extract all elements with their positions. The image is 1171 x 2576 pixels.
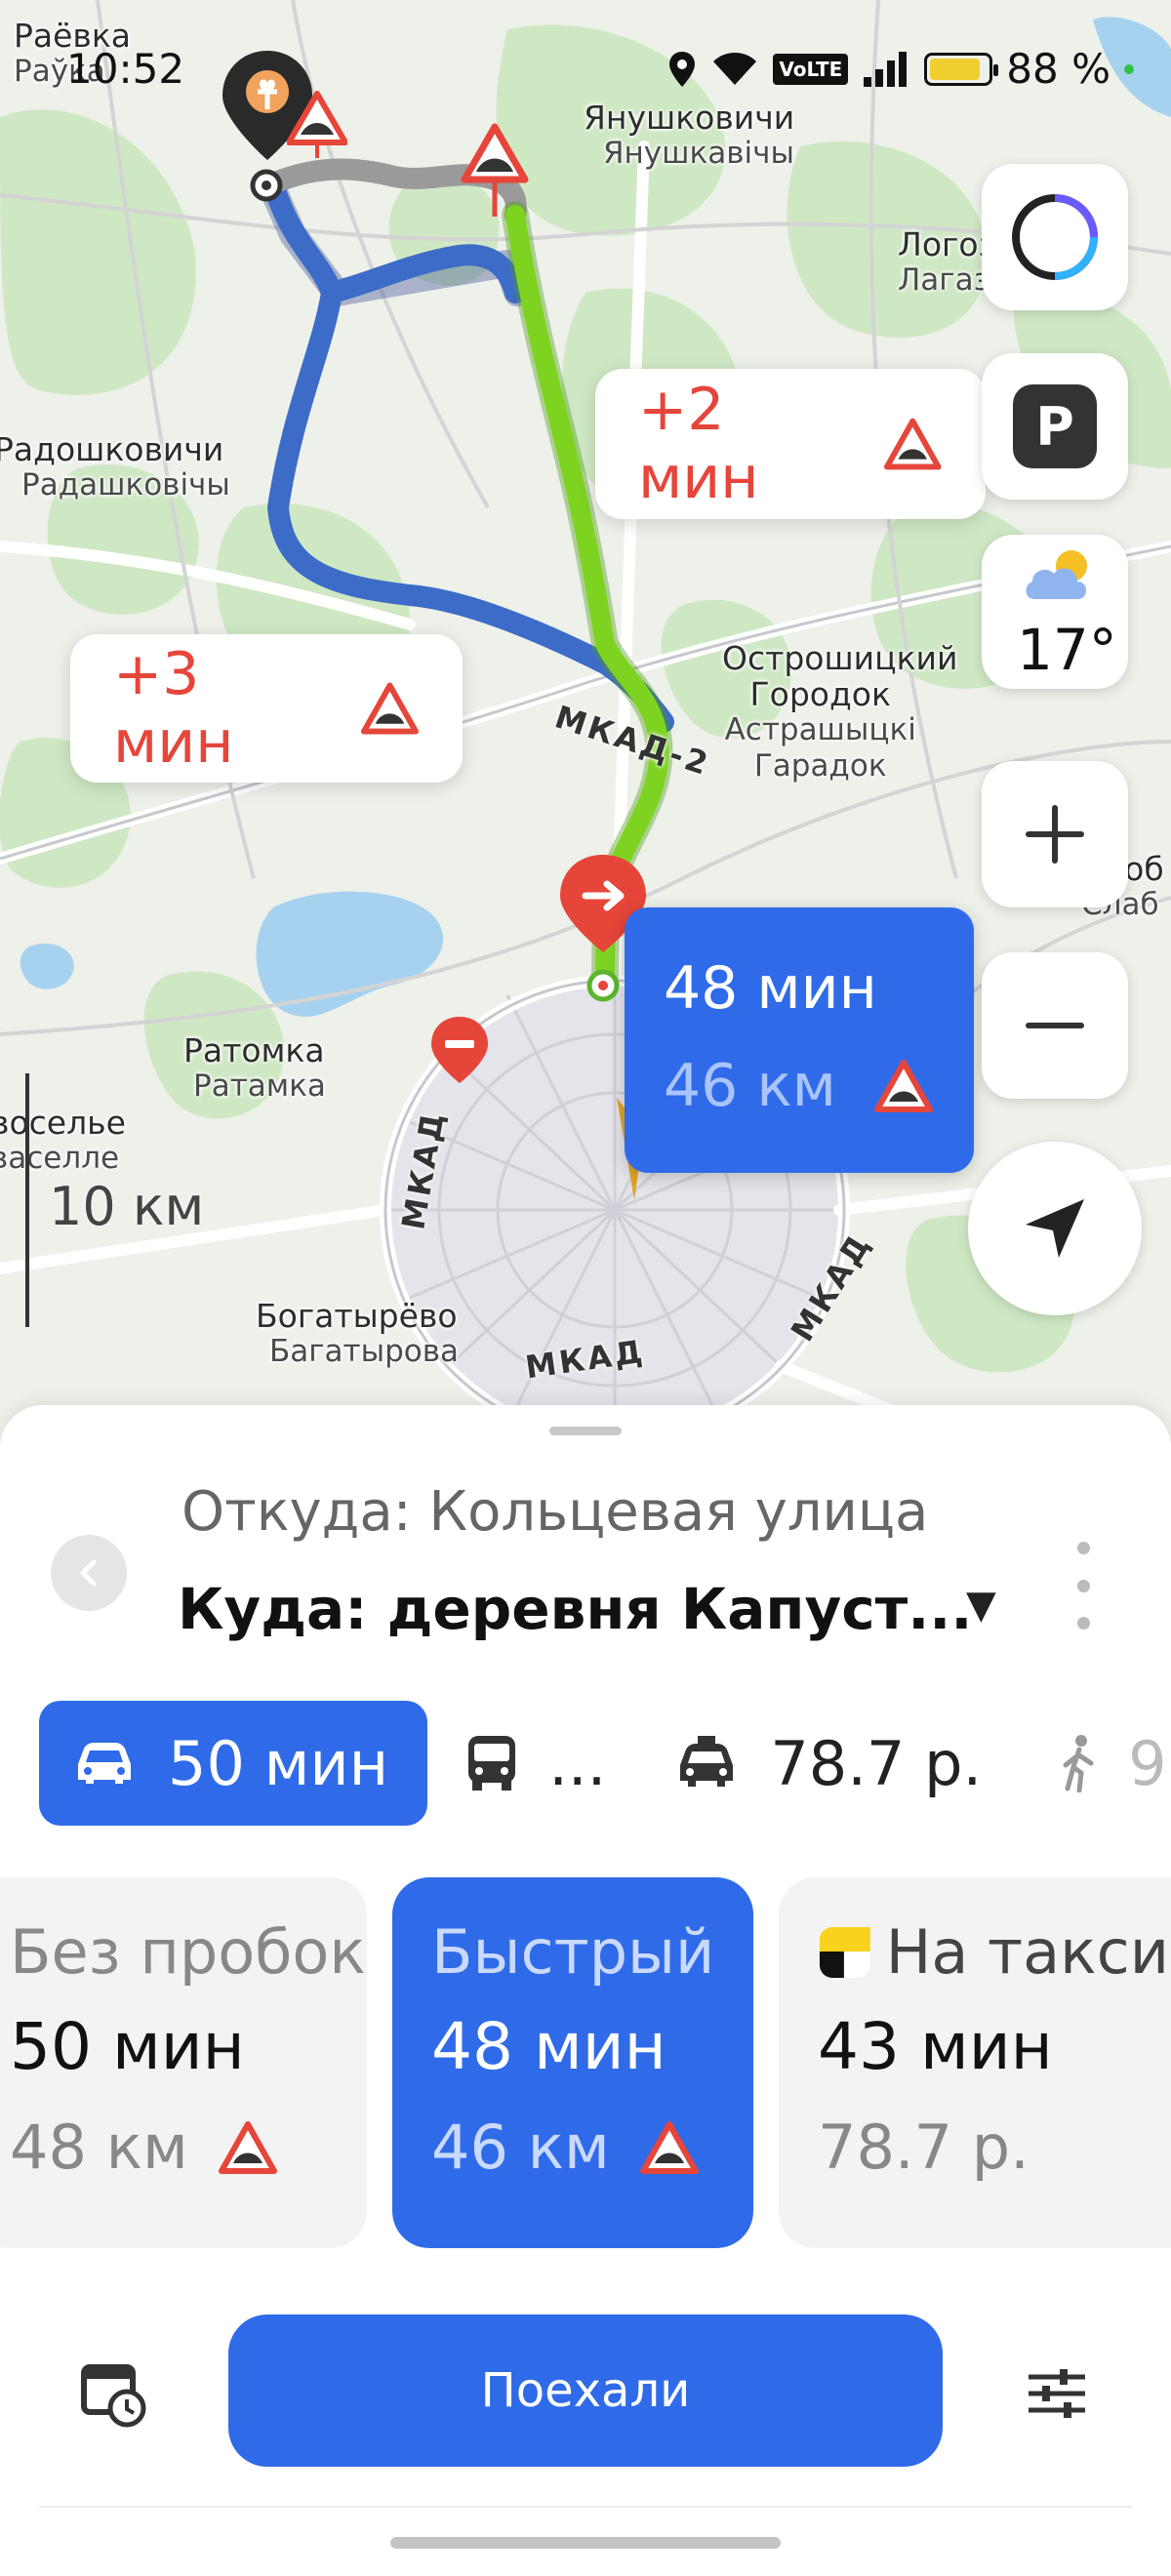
route-option-title: На такси <box>885 1916 1169 1988</box>
sheet-grabber[interactable] <box>549 1427 622 1435</box>
parking-button[interactable]: P <box>982 353 1128 500</box>
location-icon <box>669 51 696 87</box>
navigation-arrow-icon <box>1026 1199 1084 1258</box>
route-option-card-selected[interactable]: Быстрый 48 мин 46 км <box>392 1877 753 2248</box>
privacy-indicator <box>1124 63 1134 74</box>
status-time: 10:52 <box>66 45 185 93</box>
road-hazard-icon[interactable] <box>461 123 529 221</box>
place-label: восельe васелле <box>0 1104 126 1176</box>
status-bar: 10:52 VoLTE 88 % <box>0 37 1171 105</box>
zoom-out-icon <box>1026 1023 1084 1028</box>
route-option-card[interactable]: Без пробок 50 мин 48 км <box>0 1877 367 2248</box>
route-option-card[interactable]: На такси 43 мин 78.7 р. <box>779 1877 1171 2248</box>
battery-icon <box>924 52 999 86</box>
wifi-icon <box>713 52 757 85</box>
mode-transit-time: ... <box>548 1727 607 1799</box>
route-option-title: Без пробок <box>10 1916 366 1988</box>
bus-icon <box>468 1736 516 1791</box>
alt-route-delay: +3 мин <box>113 640 234 777</box>
route-option-time: 50 мин <box>10 2009 245 2084</box>
volte-badge: VoLTE <box>773 53 849 85</box>
road-hazard-icon <box>884 418 943 470</box>
alt-route-callout-1[interactable]: +2 мин <box>595 369 986 519</box>
route-option-price: 78.7 р. <box>818 2112 1030 2183</box>
car-icon <box>78 1743 131 1784</box>
road-hazard-icon <box>218 2120 277 2174</box>
road-hazard-icon <box>361 682 420 735</box>
go-button[interactable]: Поехали <box>228 2314 943 2467</box>
status-icons: VoLTE 88 % <box>667 45 1134 93</box>
chevron-left-icon <box>80 1559 97 1587</box>
alice-button[interactable] <box>982 164 1128 310</box>
yandex-taxi-icon <box>819 1926 870 1978</box>
no-entry-pin-icon[interactable] <box>425 1013 494 1087</box>
main-route-callout[interactable]: 48 мин 46 км <box>625 907 974 1173</box>
alt-route-callout-2[interactable]: +3 мин <box>70 634 463 783</box>
map-scale-bar <box>25 1073 29 1327</box>
alice-icon <box>1012 194 1098 280</box>
my-location-button[interactable] <box>968 1142 1142 1315</box>
zoom-in-button[interactable] <box>982 761 1128 907</box>
route-option-distance: 46 км <box>431 2112 610 2183</box>
route-option-time: 43 мин <box>818 2009 1053 2084</box>
route-option-distance-row: 46 км <box>431 2112 714 2183</box>
mode-walk-time: 9 <box>1128 1727 1167 1799</box>
route-sheet: Откуда: Кольцевая улица Куда: деревня Ка… <box>0 1405 1171 2576</box>
signal-icon <box>864 51 908 87</box>
schedule-icon[interactable] <box>80 2359 148 2428</box>
more-options-button[interactable] <box>1064 1542 1103 1630</box>
mode-car-time: 50 мин <box>168 1727 389 1799</box>
place-label: Янушковичи Янушкавічы <box>584 99 795 171</box>
place-label: Богатырёво Багатырова <box>256 1297 459 1369</box>
walking-icon <box>1063 1735 1094 1792</box>
road-hazard-icon <box>639 2120 699 2174</box>
place-label: Радошковичи Радашковічы <box>0 430 230 503</box>
battery-percent: 88 % <box>1006 45 1110 93</box>
route-options: Без пробок 50 мин 48 км Быстрый 48 мин 4… <box>0 1877 1171 2248</box>
route-option-distance: 48 км <box>10 2112 188 2183</box>
alt-route-delay: +2 мин <box>638 376 759 512</box>
main-route-distance: 46 км <box>664 1052 836 1120</box>
route-from[interactable]: Откуда: Кольцевая улица <box>182 1480 928 1544</box>
transport-modes: 50 мин ... 78.7 р. 9 <box>39 1701 1171 1826</box>
map-view[interactable]: Раёвка Раўка Янушковичи Янушкавічы Логоз Ла… <box>0 0 1171 1444</box>
mode-walk[interactable]: 9 <box>1060 1701 1167 1826</box>
place-label: Ратомка Ратамка <box>183 1031 326 1104</box>
main-route-time: 48 мин <box>664 954 877 1023</box>
dropdown-arrow-icon[interactable]: ▼ <box>966 1583 996 1628</box>
route-option-distance-row: 78.7 р. <box>818 2112 1169 2183</box>
zoom-in-icon <box>1026 805 1084 864</box>
mode-transit[interactable]: ... <box>464 1701 606 1826</box>
weather-button[interactable]: 17° <box>982 535 1128 689</box>
mode-taxi[interactable]: 78.7 р. <box>672 1701 982 1826</box>
route-option-distance-row: 48 км <box>10 2112 328 2183</box>
back-button[interactable] <box>51 1535 127 1611</box>
parking-icon: P <box>1013 384 1097 468</box>
zoom-out-button[interactable] <box>982 952 1128 1099</box>
route-option-title: Быстрый <box>431 1916 715 1988</box>
divider <box>39 2506 1132 2508</box>
road-hazard-icon <box>873 1060 933 1112</box>
map-scale-label: 10 км <box>49 1176 205 1237</box>
mode-taxi-price: 78.7 р. <box>770 1727 983 1799</box>
route-settings-icon[interactable] <box>1025 2361 1089 2426</box>
taxi-icon <box>680 1736 734 1787</box>
route-to[interactable]: Куда: деревня Капуст... <box>178 1576 972 1642</box>
weather-temp: 17° <box>1017 617 1117 683</box>
route-option-time: 48 мин <box>431 2009 666 2084</box>
home-indicator[interactable] <box>390 2537 781 2549</box>
weather-icon <box>1026 550 1087 599</box>
mode-car[interactable]: 50 мин <box>39 1701 428 1826</box>
route-option-title-row: На такси <box>818 1916 1169 1988</box>
main-route-distance-row: 46 км <box>664 1052 935 1120</box>
place-label: Острошицкий Городок Астрашыцкі Гарадок <box>722 639 958 784</box>
